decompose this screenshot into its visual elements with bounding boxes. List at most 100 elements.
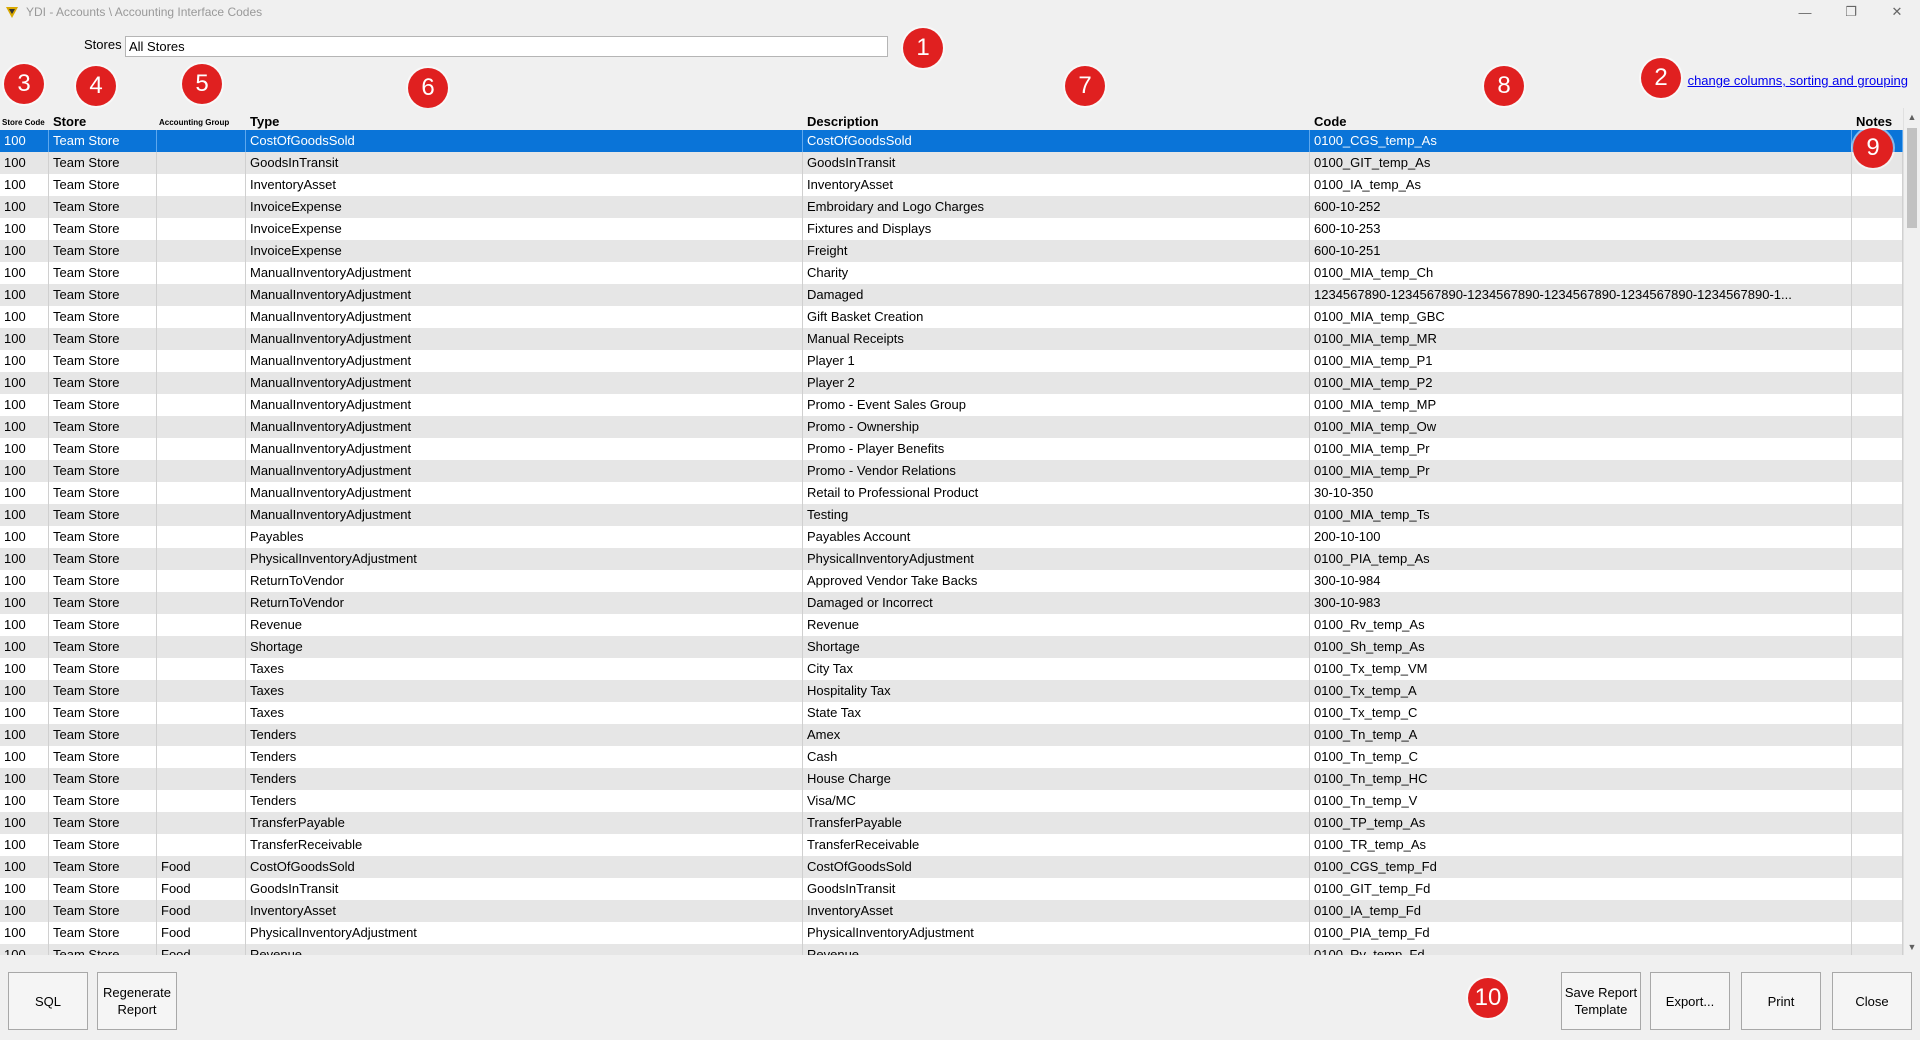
table-row[interactable]: 100 Team Store Food PhysicalInventoryAdjust… xyxy=(0,922,1903,944)
table-row[interactable]: 100 Team Store Food InventoryAsset Inventory… xyxy=(0,900,1903,922)
cell-description: InventoryAsset xyxy=(803,900,1310,922)
minimize-button[interactable]: — xyxy=(1782,0,1828,24)
table-row[interactable]: 100 Team Store Taxes Hospitality Tax 0100_Tx… xyxy=(0,680,1903,702)
cell-accounting-group xyxy=(157,174,246,196)
cell-store-code: 100 xyxy=(0,548,49,570)
cell-code: 0100_MIA_temp_Ow xyxy=(1310,416,1852,438)
table-row[interactable]: 100 Team Store TransferReceivable TransferR… xyxy=(0,834,1903,856)
table-row[interactable]: 100 Team Store Taxes City Tax 0100_Tx_temp_V… xyxy=(0,658,1903,680)
cell-description: Player 1 xyxy=(803,350,1310,372)
cell-description: Amex xyxy=(803,724,1310,746)
table-row[interactable]: 100 Team Store ManualInventoryAdjustment Pl… xyxy=(0,372,1903,394)
table-row[interactable]: 100 Team Store ReturnToVendor Approved Vend… xyxy=(0,570,1903,592)
cell-type: PhysicalInventoryAdjustment xyxy=(246,548,803,570)
cell-description: CostOfGoodsSold xyxy=(803,856,1310,878)
scroll-down-arrow-icon[interactable]: ▼ xyxy=(1904,938,1920,955)
export-button[interactable]: Export... xyxy=(1650,972,1730,1030)
print-button[interactable]: Print xyxy=(1741,972,1821,1030)
table-row[interactable]: 100 Team Store InvoiceExpense Freight 600-10… xyxy=(0,240,1903,262)
cell-description: Payables Account xyxy=(803,526,1310,548)
scroll-thumb[interactable] xyxy=(1907,128,1917,228)
table-row[interactable]: 100 Team Store Taxes State Tax 0100_Tx_temp_… xyxy=(0,702,1903,724)
cell-type: GoodsInTransit xyxy=(246,152,803,174)
table-row[interactable]: 100 Team Store Payables Payables Account 200… xyxy=(0,526,1903,548)
stores-dropdown[interactable]: All Stores xyxy=(125,36,888,57)
cell-store: Team Store xyxy=(49,152,157,174)
cell-store-code: 100 xyxy=(0,768,49,790)
cell-store-code: 100 xyxy=(0,438,49,460)
cell-store: Team Store xyxy=(49,724,157,746)
table-row[interactable]: 100 Team Store Food CostOfGoodsSold CostOfGo… xyxy=(0,856,1903,878)
cell-type: Tenders xyxy=(246,790,803,812)
cell-store-code: 100 xyxy=(0,614,49,636)
cell-description: Revenue xyxy=(803,944,1310,955)
cell-description: TransferReceivable xyxy=(803,834,1310,856)
cell-accounting-group xyxy=(157,614,246,636)
cell-accounting-group: Food xyxy=(157,900,246,922)
table-row[interactable]: 100 Team Store GoodsInTransit GoodsInTransi… xyxy=(0,152,1903,174)
column-header-accounting-group[interactable]: Accounting Group xyxy=(157,108,246,130)
cell-notes xyxy=(1852,416,1903,438)
column-header-code[interactable]: Code xyxy=(1310,108,1852,130)
table-row[interactable]: 100 Team Store ReturnToVendor Damaged or In… xyxy=(0,592,1903,614)
cell-type: InventoryAsset xyxy=(246,174,803,196)
table-row[interactable]: 100 Team Store PhysicalInventoryAdjustment… xyxy=(0,548,1903,570)
table-row[interactable]: 100 Team Store InvoiceExpense Embroidary an… xyxy=(0,196,1903,218)
change-columns-link[interactable]: change columns, sorting and grouping xyxy=(1688,73,1908,88)
table-row[interactable]: 100 Team Store ManualInventoryAdjustment Pr… xyxy=(0,460,1903,482)
table-row[interactable]: 100 Team Store ManualInventoryAdjustment Re… xyxy=(0,482,1903,504)
table-row[interactable]: 100 Team Store ManualInventoryAdjustment Pr… xyxy=(0,394,1903,416)
cell-code: 0100_Tn_temp_V xyxy=(1310,790,1852,812)
cell-accounting-group xyxy=(157,504,246,526)
regenerate-report-button[interactable]: Regenerate Report xyxy=(97,972,177,1030)
table-row[interactable]: 100 Team Store TransferPayable TransferPaya… xyxy=(0,812,1903,834)
cell-code: 0100_Tn_temp_A xyxy=(1310,724,1852,746)
column-header-store[interactable]: Store xyxy=(49,108,157,130)
cell-type: InvoiceExpense xyxy=(246,240,803,262)
table-row[interactable]: 100 Team Store Shortage Shortage 0100_Sh_tem… xyxy=(0,636,1903,658)
cell-store: Team Store xyxy=(49,658,157,680)
cell-store-code: 100 xyxy=(0,130,49,152)
table-row[interactable]: 100 Team Store Tenders Cash 0100_Tn_temp_C xyxy=(0,746,1903,768)
column-header-store-code[interactable]: Store Code xyxy=(0,108,49,130)
cell-notes xyxy=(1852,812,1903,834)
table-row[interactable]: 100 Team Store ManualInventoryAdjustment Ma… xyxy=(0,328,1903,350)
table-row[interactable]: 100 Team Store ManualInventoryAdjustment Da… xyxy=(0,284,1903,306)
table-row[interactable]: 100 Team Store Food GoodsInTransit GoodsInTr… xyxy=(0,878,1903,900)
cell-accounting-group xyxy=(157,768,246,790)
table-row[interactable]: 100 Team Store CostOfGoodsSold CostOfGoodsS… xyxy=(0,130,1903,152)
table-row[interactable]: 100 Team Store InvoiceExpense Fixtures and … xyxy=(0,218,1903,240)
cell-notes xyxy=(1852,262,1903,284)
sql-button[interactable]: SQL xyxy=(8,972,88,1030)
table-row[interactable]: 100 Team Store Tenders House Charge 0100_Tn_… xyxy=(0,768,1903,790)
cell-store-code: 100 xyxy=(0,944,49,955)
cell-accounting-group xyxy=(157,130,246,152)
table-row[interactable]: 100 Team Store ManualInventoryAdjustment Pl… xyxy=(0,350,1903,372)
table-row[interactable]: 100 Team Store Tenders Amex 0100_Tn_temp_A xyxy=(0,724,1903,746)
annotation-badge-2: 2 xyxy=(1641,58,1681,98)
table-row[interactable]: 100 Team Store Food Revenue Revenue 0100_Rv_t… xyxy=(0,944,1903,955)
table-row[interactable]: 100 Team Store ManualInventoryAdjustment Te… xyxy=(0,504,1903,526)
column-header-type[interactable]: Type xyxy=(246,108,803,130)
table-row[interactable]: 100 Team Store ManualInventoryAdjustment Gi… xyxy=(0,306,1903,328)
restore-button[interactable]: ❐ xyxy=(1828,0,1874,24)
table-row[interactable]: 100 Team Store ManualInventoryAdjustment Pr… xyxy=(0,416,1903,438)
grid-rows: 100 Team Store CostOfGoodsSold CostOfGoodsS… xyxy=(0,130,1903,955)
cell-accounting-group xyxy=(157,306,246,328)
table-row[interactable]: 100 Team Store Revenue Revenue 0100_Rv_temp_… xyxy=(0,614,1903,636)
close-button[interactable]: Close xyxy=(1832,972,1912,1030)
cell-type: TransferReceivable xyxy=(246,834,803,856)
cell-accounting-group: Food xyxy=(157,922,246,944)
cell-description: Damaged xyxy=(803,284,1310,306)
close-window-button[interactable]: ✕ xyxy=(1874,0,1920,24)
table-row[interactable]: 100 Team Store InventoryAsset InventoryAsse… xyxy=(0,174,1903,196)
cell-store: Team Store xyxy=(49,856,157,878)
column-header-notes[interactable]: Notes xyxy=(1852,108,1903,130)
table-row[interactable]: 100 Team Store Tenders Visa/MC 0100_Tn_temp_… xyxy=(0,790,1903,812)
table-row[interactable]: 100 Team Store ManualInventoryAdjustment Ch… xyxy=(0,262,1903,284)
table-row[interactable]: 100 Team Store ManualInventoryAdjustment Pr… xyxy=(0,438,1903,460)
column-header-description[interactable]: Description xyxy=(803,108,1310,130)
scroll-up-arrow-icon[interactable]: ▲ xyxy=(1904,108,1920,125)
save-report-template-button[interactable]: Save Report Template xyxy=(1561,972,1641,1030)
vertical-scrollbar[interactable]: ▲ ▼ xyxy=(1903,108,1920,955)
